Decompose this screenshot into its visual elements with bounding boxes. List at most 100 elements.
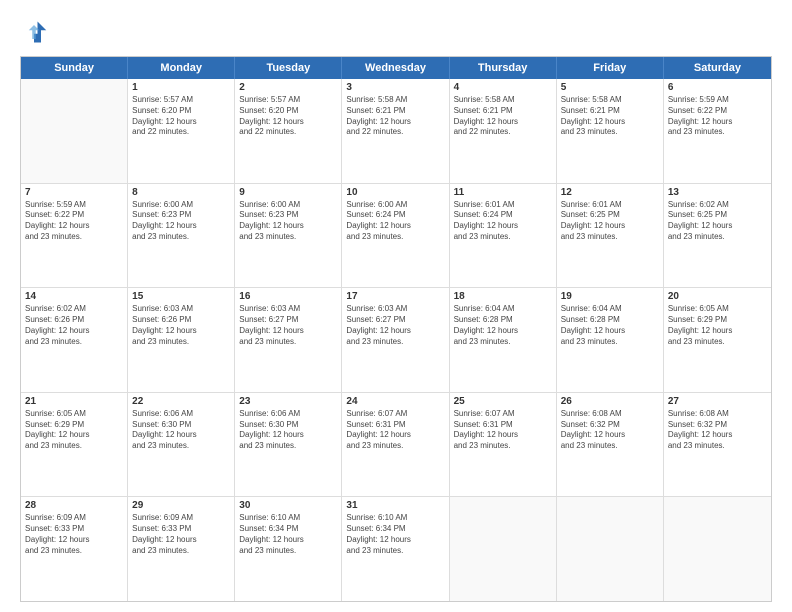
day-cell-29: 29 Sunrise: 6:09 AM Sunset: 6:33 PM Dayli… <box>128 497 235 601</box>
day-cell-20: 20 Sunrise: 6:05 AM Sunset: 6:29 PM Dayli… <box>664 288 771 392</box>
day-number: 2 <box>239 82 337 93</box>
day-cell-18: 18 Sunrise: 6:04 AM Sunset: 6:28 PM Dayli… <box>450 288 557 392</box>
day-number: 12 <box>561 187 659 198</box>
day-number: 30 <box>239 500 337 511</box>
day-number: 24 <box>346 396 444 407</box>
header-day-saturday: Saturday <box>664 57 771 79</box>
day-number: 9 <box>239 187 337 198</box>
day-number: 7 <box>25 187 123 198</box>
header-day-tuesday: Tuesday <box>235 57 342 79</box>
logo <box>20 18 52 46</box>
day-info: Sunrise: 5:58 AM Sunset: 6:21 PM Dayligh… <box>561 95 659 138</box>
week-row-2: 14Sunrise: 6:02 AM Sunset: 6:26 PM Dayli… <box>21 288 771 393</box>
day-cell-10: 10Sunrise: 6:00 AM Sunset: 6:24 PM Dayli… <box>342 184 449 288</box>
day-cell-15: 15Sunrise: 6:03 AM Sunset: 6:26 PM Dayli… <box>128 288 235 392</box>
empty-cell <box>664 497 771 601</box>
day-info: Sunrise: 6:03 AM Sunset: 6:27 PM Dayligh… <box>239 304 337 347</box>
day-info: Sunrise: 5:58 AM Sunset: 6:21 PM Dayligh… <box>454 95 552 138</box>
day-cell-28: 28Sunrise: 6:09 AM Sunset: 6:33 PM Dayli… <box>21 497 128 601</box>
day-number: 4 <box>454 82 552 93</box>
day-number: 17 <box>346 291 444 302</box>
day-number: 16 <box>239 291 337 302</box>
day-cell-16: 16 Sunrise: 6:03 AM Sunset: 6:27 PM Dayli… <box>235 288 342 392</box>
day-number: 14 <box>25 291 123 302</box>
day-cell-27: 27 Sunrise: 6:08 AM Sunset: 6:32 PM Dayli… <box>664 393 771 497</box>
day-cell-5: 5 Sunrise: 5:58 AM Sunset: 6:21 PM Daylig… <box>557 79 664 183</box>
header-day-friday: Friday <box>557 57 664 79</box>
day-number: 29 <box>132 500 230 511</box>
header-day-wednesday: Wednesday <box>342 57 449 79</box>
day-number: 10 <box>346 187 444 198</box>
day-cell-3: 3 Sunrise: 5:58 AM Sunset: 6:21 PM Daylig… <box>342 79 449 183</box>
day-number: 25 <box>454 396 552 407</box>
day-info: Sunrise: 5:57 AM Sunset: 6:20 PM Dayligh… <box>239 95 337 138</box>
day-info: Sunrise: 6:00 AM Sunset: 6:23 PM Dayligh… <box>239 200 337 243</box>
day-number: 5 <box>561 82 659 93</box>
day-cell-22: 22Sunrise: 6:06 AM Sunset: 6:30 PM Dayli… <box>128 393 235 497</box>
day-info: Sunrise: 5:59 AM Sunset: 6:22 PM Dayligh… <box>668 95 767 138</box>
day-number: 19 <box>561 291 659 302</box>
day-cell-24: 24 Sunrise: 6:07 AM Sunset: 6:31 PM Dayli… <box>342 393 449 497</box>
day-cell-1: 1 Sunrise: 5:57 AM Sunset: 6:20 PM Daylig… <box>128 79 235 183</box>
day-cell-23: 23Sunrise: 6:06 AM Sunset: 6:30 PM Dayli… <box>235 393 342 497</box>
day-number: 8 <box>132 187 230 198</box>
day-info: Sunrise: 6:02 AM Sunset: 6:25 PM Dayligh… <box>668 200 767 243</box>
day-number: 3 <box>346 82 444 93</box>
week-row-4: 28Sunrise: 6:09 AM Sunset: 6:33 PM Dayli… <box>21 497 771 601</box>
day-number: 18 <box>454 291 552 302</box>
day-info: Sunrise: 6:04 AM Sunset: 6:28 PM Dayligh… <box>454 304 552 347</box>
day-number: 15 <box>132 291 230 302</box>
day-info: Sunrise: 5:57 AM Sunset: 6:20 PM Dayligh… <box>132 95 230 138</box>
page: SundayMondayTuesdayWednesdayThursdayFrid… <box>0 0 792 612</box>
week-row-0: 1 Sunrise: 5:57 AM Sunset: 6:20 PM Daylig… <box>21 79 771 184</box>
day-cell-4: 4 Sunrise: 5:58 AM Sunset: 6:21 PM Daylig… <box>450 79 557 183</box>
day-cell-25: 25 Sunrise: 6:07 AM Sunset: 6:31 PM Dayli… <box>450 393 557 497</box>
day-info: Sunrise: 6:05 AM Sunset: 6:29 PM Dayligh… <box>25 409 123 452</box>
day-number: 27 <box>668 396 767 407</box>
day-cell-6: 6 Sunrise: 5:59 AM Sunset: 6:22 PM Daylig… <box>664 79 771 183</box>
day-cell-2: 2 Sunrise: 5:57 AM Sunset: 6:20 PM Daylig… <box>235 79 342 183</box>
day-number: 22 <box>132 396 230 407</box>
day-info: Sunrise: 5:58 AM Sunset: 6:21 PM Dayligh… <box>346 95 444 138</box>
day-cell-31: 31 Sunrise: 6:10 AM Sunset: 6:34 PM Dayli… <box>342 497 449 601</box>
day-info: Sunrise: 6:10 AM Sunset: 6:34 PM Dayligh… <box>346 513 444 556</box>
day-info: Sunrise: 6:09 AM Sunset: 6:33 PM Dayligh… <box>132 513 230 556</box>
header-day-sunday: Sunday <box>21 57 128 79</box>
empty-cell <box>21 79 128 183</box>
day-info: Sunrise: 6:01 AM Sunset: 6:24 PM Dayligh… <box>454 200 552 243</box>
day-number: 13 <box>668 187 767 198</box>
day-info: Sunrise: 5:59 AM Sunset: 6:22 PM Dayligh… <box>25 200 123 243</box>
empty-cell <box>557 497 664 601</box>
day-number: 6 <box>668 82 767 93</box>
day-cell-26: 26 Sunrise: 6:08 AM Sunset: 6:32 PM Dayli… <box>557 393 664 497</box>
empty-cell <box>450 497 557 601</box>
day-info: Sunrise: 6:08 AM Sunset: 6:32 PM Dayligh… <box>561 409 659 452</box>
day-info: Sunrise: 6:07 AM Sunset: 6:31 PM Dayligh… <box>454 409 552 452</box>
day-cell-30: 30 Sunrise: 6:10 AM Sunset: 6:34 PM Dayli… <box>235 497 342 601</box>
day-cell-19: 19 Sunrise: 6:04 AM Sunset: 6:28 PM Dayli… <box>557 288 664 392</box>
day-info: Sunrise: 6:01 AM Sunset: 6:25 PM Dayligh… <box>561 200 659 243</box>
day-cell-9: 9 Sunrise: 6:00 AM Sunset: 6:23 PM Daylig… <box>235 184 342 288</box>
day-info: Sunrise: 6:00 AM Sunset: 6:23 PM Dayligh… <box>132 200 230 243</box>
day-cell-13: 13 Sunrise: 6:02 AM Sunset: 6:25 PM Dayli… <box>664 184 771 288</box>
day-cell-17: 17 Sunrise: 6:03 AM Sunset: 6:27 PM Dayli… <box>342 288 449 392</box>
day-cell-7: 7 Sunrise: 5:59 AM Sunset: 6:22 PM Daylig… <box>21 184 128 288</box>
day-number: 26 <box>561 396 659 407</box>
day-info: Sunrise: 6:08 AM Sunset: 6:32 PM Dayligh… <box>668 409 767 452</box>
week-row-3: 21Sunrise: 6:05 AM Sunset: 6:29 PM Dayli… <box>21 393 771 498</box>
day-number: 20 <box>668 291 767 302</box>
day-info: Sunrise: 6:05 AM Sunset: 6:29 PM Dayligh… <box>668 304 767 347</box>
day-number: 11 <box>454 187 552 198</box>
day-cell-8: 8 Sunrise: 6:00 AM Sunset: 6:23 PM Daylig… <box>128 184 235 288</box>
day-info: Sunrise: 6:07 AM Sunset: 6:31 PM Dayligh… <box>346 409 444 452</box>
day-info: Sunrise: 6:03 AM Sunset: 6:27 PM Dayligh… <box>346 304 444 347</box>
day-info: Sunrise: 6:09 AM Sunset: 6:33 PM Dayligh… <box>25 513 123 556</box>
day-number: 31 <box>346 500 444 511</box>
day-number: 1 <box>132 82 230 93</box>
calendar: SundayMondayTuesdayWednesdayThursdayFrid… <box>20 56 772 602</box>
day-info: Sunrise: 6:10 AM Sunset: 6:34 PM Dayligh… <box>239 513 337 556</box>
logo-icon <box>20 18 48 46</box>
day-info: Sunrise: 6:04 AM Sunset: 6:28 PM Dayligh… <box>561 304 659 347</box>
day-cell-14: 14Sunrise: 6:02 AM Sunset: 6:26 PM Dayli… <box>21 288 128 392</box>
day-cell-11: 11 Sunrise: 6:01 AM Sunset: 6:24 PM Dayli… <box>450 184 557 288</box>
